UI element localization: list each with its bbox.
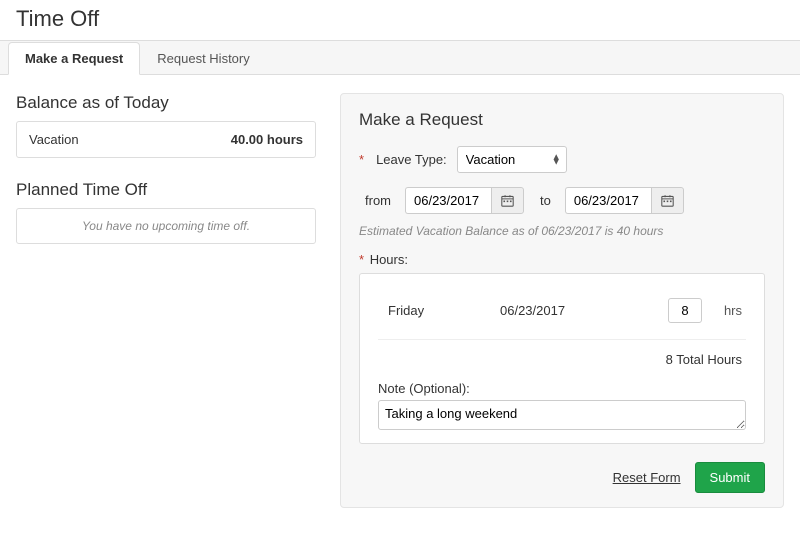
tab-request-history[interactable]: Request History: [140, 42, 266, 75]
hours-date: 06/23/2017: [500, 303, 620, 318]
tabs: Make a Request Request History: [0, 40, 800, 75]
note-label: Note (Optional):: [378, 381, 746, 396]
make-request-panel: Make a Request * Leave Type: Vacation ▲▼…: [340, 93, 784, 508]
hours-label: Hours:: [370, 252, 408, 267]
tab-make-request[interactable]: Make a Request: [8, 42, 140, 75]
divider: [378, 339, 746, 340]
leave-type-label: Leave Type:: [376, 152, 447, 167]
total-hours: 8 Total Hours: [378, 350, 746, 381]
page-title: Time Off: [0, 0, 800, 40]
hours-suffix: hrs: [724, 303, 742, 318]
leave-type-select[interactable]: Vacation: [457, 146, 567, 173]
hours-day: Friday: [382, 303, 482, 318]
submit-button[interactable]: Submit: [695, 462, 765, 493]
planned-empty-message: You have no upcoming time off.: [29, 219, 303, 233]
balance-type: Vacation: [29, 132, 79, 147]
required-marker: *: [359, 252, 364, 267]
planned-heading: Planned Time Off: [16, 180, 316, 200]
panel-title: Make a Request: [359, 110, 765, 130]
required-marker: *: [359, 152, 364, 167]
hours-row: Friday 06/23/2017 hrs: [378, 290, 746, 337]
note-textarea[interactable]: [378, 400, 746, 430]
reset-form-link[interactable]: Reset Form: [613, 470, 681, 485]
to-label: to: [540, 193, 551, 208]
estimate-text: Estimated Vacation Balance as of 06/23/2…: [359, 224, 765, 238]
hours-box: Friday 06/23/2017 hrs 8 Total Hours Note…: [359, 273, 765, 444]
hours-input[interactable]: [668, 298, 702, 323]
from-calendar-button[interactable]: [491, 187, 524, 214]
calendar-icon: [501, 194, 514, 207]
calendar-icon: [661, 194, 674, 207]
from-date-input[interactable]: [405, 187, 491, 214]
planned-box: You have no upcoming time off.: [16, 208, 316, 244]
from-label: from: [365, 193, 391, 208]
to-calendar-button[interactable]: [651, 187, 684, 214]
balance-hours: 40.00 hours: [231, 132, 303, 147]
to-date-input[interactable]: [565, 187, 651, 214]
balance-heading: Balance as of Today: [16, 93, 316, 113]
balance-box: Vacation 40.00 hours: [16, 121, 316, 158]
